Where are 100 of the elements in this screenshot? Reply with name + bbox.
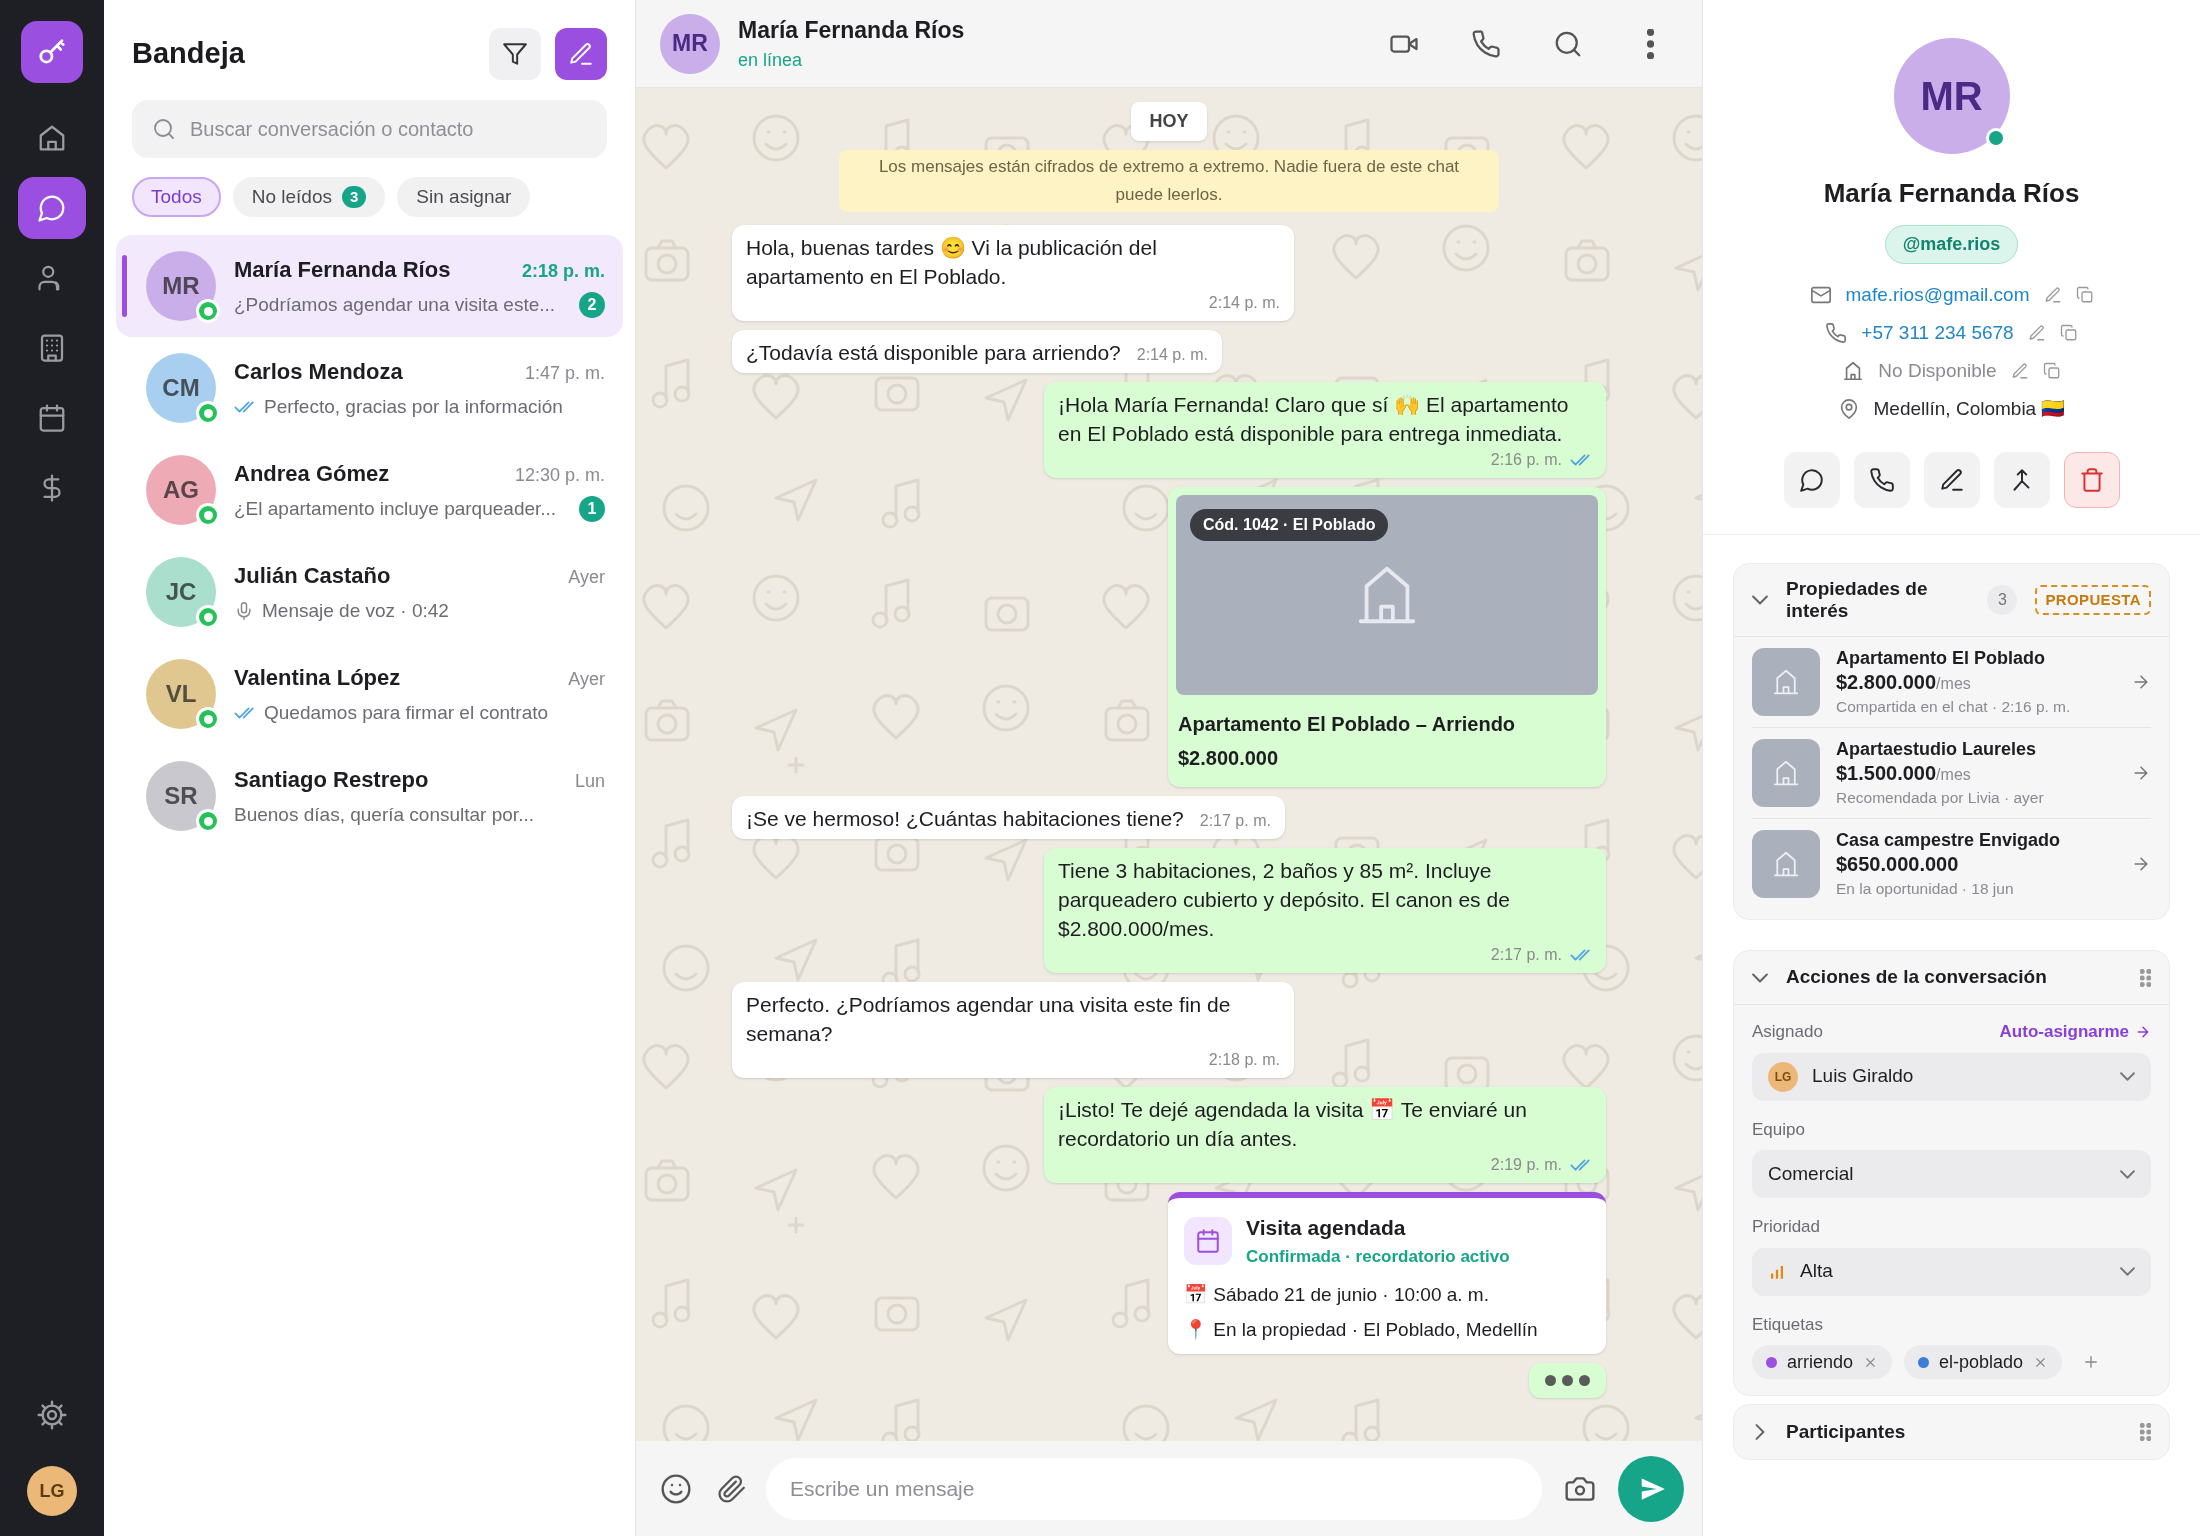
chat-icon <box>37 193 67 223</box>
call-button[interactable] <box>1853 452 1910 508</box>
field-label: Asignado <box>1752 1021 1823 1043</box>
filter-icon <box>502 41 528 67</box>
message-time: 12:30 p. m. <box>514 463 605 487</box>
pencil-icon <box>2043 286 2062 304</box>
property-item[interactable]: Apartaestudio Laureles $1.500.000/mes Recomendada por Livia · ayer <box>1752 727 2151 818</box>
tag-chip[interactable]: arriendo <box>1752 1345 1893 1379</box>
property-title: Apartamento El Poblado – Arriendo <box>1177 712 1517 737</box>
smiley-icon <box>660 1472 692 1505</box>
message-preview: ¿Podríamos agendar una visita este... <box>234 292 557 317</box>
email-link[interactable]: mafe.rios@gmail.com <box>1845 280 2030 310</box>
microphone-icon <box>234 601 254 621</box>
message-text: ¿Todavía está disponible para arriendo? <box>746 340 1121 366</box>
contact-name: María Fernanda Ríos <box>1823 177 2080 210</box>
contact-avatar: MR <box>1893 38 2010 154</box>
property-code-tag: Cód. 1042 · El Poblado <box>1190 509 1389 541</box>
house-icon <box>1771 758 1801 788</box>
property-price: $650.000.000 <box>1836 853 1959 875</box>
property-note: Compartida en el chat · 2:16 p. m. <box>1836 697 2072 717</box>
search-field[interactable]: Buscar conversación o contacto <box>132 100 607 158</box>
contact-avatar: SR <box>146 761 216 831</box>
merge-button[interactable] <box>1993 452 2050 508</box>
property-name: Apartaestudio Laureles <box>1836 738 2038 760</box>
search-icon <box>152 117 176 141</box>
message-time: 2:19 p. m. <box>1490 1155 1562 1175</box>
house-icon <box>1771 849 1801 879</box>
encryption-notice: Los mensajes están cifrados de extremo a extremo. Nadie fuera de este chat puede leerlos. <box>839 150 1499 212</box>
chevron-down-icon <box>2120 1072 2135 1081</box>
chevron-down-icon <box>2120 1169 2135 1179</box>
conversation-row[interactable]: MR María Fernanda Ríos 2:18 p. m. ¿Podríamos agendar una visita este... 2 <box>116 235 623 337</box>
detail-text: No Disponible <box>1878 358 1997 383</box>
message-text: Perfecto. ¿Podríamos agendar una visita este fin de semana? <box>746 992 1232 1047</box>
assignee-select[interactable]: LG Luis Giraldo <box>1752 1052 2151 1101</box>
phone-icon <box>1825 322 1848 344</box>
home-icon <box>37 123 67 153</box>
tag-chip[interactable]: el-poblado <box>1904 1345 2063 1379</box>
copy-icon <box>2075 286 2094 304</box>
section-title: Participantes <box>1786 1419 1907 1444</box>
count-badge: 3 <box>1987 585 2018 615</box>
property-item[interactable]: Casa campestre Envigado $650.000.000 En la oportunidad · 18 jun <box>1752 818 2151 909</box>
message-text: Tiene 3 habitaciones, 2 baños y 85 m². Incluye parqueadero cubierto y depósito. El canon es de $2.800.000/mes. <box>1058 858 1511 942</box>
phone-link[interactable]: +57 311 234 5678 <box>1861 318 2014 348</box>
detail-text: Medellín, Colombia 🇨🇴 <box>1873 396 2066 421</box>
house-icon <box>1771 667 1801 697</box>
price-unit: /mes <box>1936 675 1971 692</box>
filter-chip[interactable]: No leídos 3 <box>232 177 386 217</box>
delete-button[interactable] <box>2063 452 2120 508</box>
filter-button[interactable] <box>489 28 541 80</box>
contact-name: Andrea Gómez <box>234 459 391 488</box>
pencil-icon <box>1938 467 1965 493</box>
team-select[interactable]: Comercial <box>1752 1150 2151 1198</box>
unread-badge: 2 <box>579 292 605 318</box>
property-name: Apartamento El Poblado <box>1836 647 2047 669</box>
message-text: Hola, buenas tardes 😊 Vi la publicación del apartamento en El Poblado. <box>746 235 1158 290</box>
contact-avatar: CM <box>146 353 216 423</box>
property-note: Recomendada por Livia · ayer <box>1836 788 2045 808</box>
message-preview: Buenos días, quería consultar por... <box>234 802 535 827</box>
copy-icon <box>2059 324 2078 342</box>
field-label: Equipo <box>1752 1118 1806 1141</box>
self-assign-link[interactable]: Auto-asignarme <box>1999 1019 2151 1045</box>
message-preview: Mensaje de voz · 0:42 <box>262 598 450 623</box>
section-title: Acciones de la conversación <box>1786 965 2048 990</box>
message-time: 2:14 p. m. <box>1208 293 1280 313</box>
copy-button[interactable] <box>2075 286 2094 304</box>
filter-chip[interactable]: Todos <box>132 177 221 217</box>
property-name: Casa campestre Envigado <box>1836 829 2062 851</box>
nav-button[interactable] <box>18 177 86 239</box>
contact-name: Julián Castaño <box>234 561 392 590</box>
edit-button[interactable] <box>1923 452 1980 508</box>
presence-status: en línea <box>738 49 804 73</box>
drag-handle-icon <box>2140 1423 2151 1441</box>
appointment-detail: 📅 Sábado 21 de junio · 10:00 a. m. <box>1184 1283 1490 1307</box>
contact-name: María Fernanda Ríos <box>234 255 452 284</box>
field-label: Prioridad <box>1752 1216 1822 1238</box>
message-button[interactable] <box>1783 452 1840 508</box>
appointment-status: Confirmada · recordatorio activo <box>1246 1245 1510 1268</box>
filter-chip[interactable]: Sin asignar <box>397 177 531 217</box>
message-input[interactable]: Escribe un mensaje <box>766 1457 1542 1520</box>
contact-name: Carlos Mendoza <box>234 357 404 386</box>
property-price: $1.500.000 <box>1836 762 1937 784</box>
message-time: 2:17 p. m. <box>1199 811 1271 831</box>
mail-icon <box>1809 284 1832 306</box>
property-item[interactable]: Apartamento El Poblado $2.800.000/mes Compartida en el chat · 2:16 p. m. <box>1752 637 2151 727</box>
compose-button[interactable] <box>555 28 607 80</box>
user-avatar[interactable]: LG <box>27 1466 77 1516</box>
copy-button[interactable] <box>2042 362 2061 380</box>
message-time: 2:17 p. m. <box>1490 945 1562 965</box>
contact-name: María Fernanda Ríos <box>738 15 966 45</box>
copy-icon <box>2042 362 2061 380</box>
calendar-icon <box>37 403 67 433</box>
message-text: ¡Se ve hermoso! ¿Cuántas habitaciones tiene? <box>746 806 1184 832</box>
priority-select[interactable]: Alta <box>1752 1247 2151 1296</box>
property-card[interactable]: Cód. 1042 · El Poblado Apartamento El Poblado – Arriendo $2.800.000 <box>1168 487 1606 787</box>
settings-icon <box>36 1399 68 1431</box>
logo-button[interactable] <box>21 21 83 83</box>
copy-button[interactable] <box>2059 324 2078 342</box>
unread-badge: 1 <box>579 496 605 522</box>
property-note: En la oportunidad · 18 jun <box>1836 879 2015 899</box>
message-time: 2:18 p. m. <box>521 259 605 283</box>
